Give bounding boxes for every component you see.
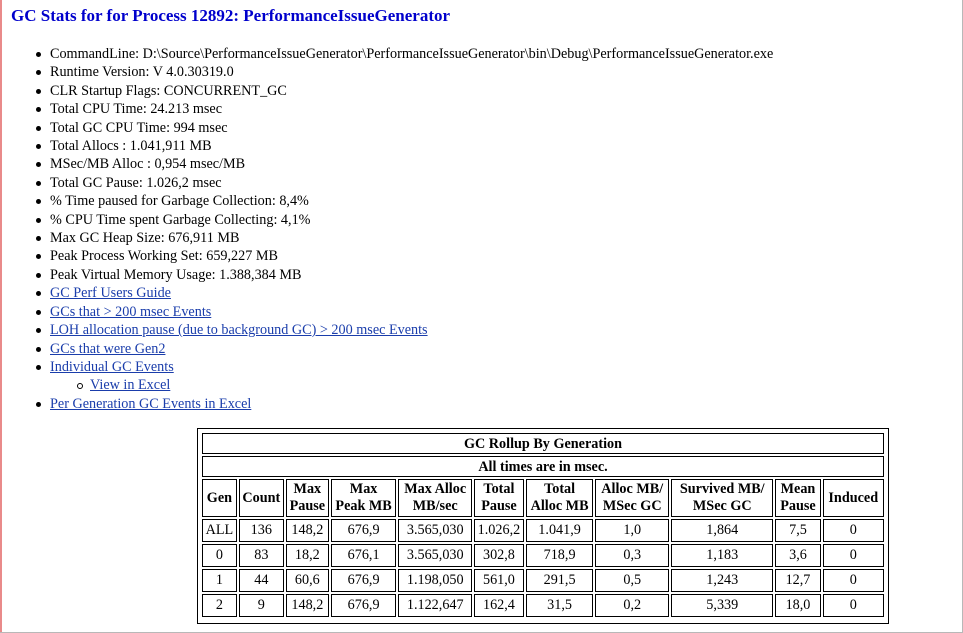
view-in-excel-link[interactable]: View in Excel xyxy=(90,377,170,393)
info-total-cpu: Total CPU Time: 24.213 msec xyxy=(35,100,773,118)
header-survived-ratio: Survived MB/MSec GC xyxy=(671,479,774,517)
header-alloc-ratio: Alloc MB/MSec GC xyxy=(595,479,670,517)
gc-info-list: CommandLine: D:\Source\PerformanceIssueG… xyxy=(0,45,773,413)
cell-gen: 0 xyxy=(202,544,237,567)
table-subtitle: All times are in msec. xyxy=(202,456,884,477)
cell-total-alloc: 31,5 xyxy=(525,594,594,617)
header-total-pause: Total Pause xyxy=(474,479,524,517)
cell-total-pause: 302,8 xyxy=(474,544,524,567)
table-row-gen1: 1 44 60,6 676,9 1.198,050 561,0 291,5 0,… xyxy=(202,569,884,592)
header-mean-pause: Mean Pause xyxy=(775,479,821,517)
info-msec-per-mb: MSec/MB Alloc : 0,954 msec/MB xyxy=(35,155,773,173)
link-item-perf-guide: GC Perf Users Guide xyxy=(35,284,773,302)
cell-survived-ratio: 1,864 xyxy=(671,519,774,542)
individual-gc-events-link[interactable]: Individual GC Events xyxy=(50,359,174,375)
gc-rollup-table: GC Rollup By Generation All times are in… xyxy=(200,431,886,619)
cell-total-alloc: 291,5 xyxy=(525,569,594,592)
cell-total-pause: 1.026,2 xyxy=(474,519,524,542)
cell-induced: 0 xyxy=(822,544,884,567)
info-peak-virtual-memory: Peak Virtual Memory Usage: 1.388,384 MB xyxy=(35,266,773,284)
perf-guide-link[interactable]: GC Perf Users Guide xyxy=(50,285,171,301)
cell-count: 44 xyxy=(238,569,284,592)
page-title: GC Stats for for Process 12892: Performa… xyxy=(11,6,451,25)
cell-max-pause: 18,2 xyxy=(285,544,329,567)
cell-max-alloc: 3.565,030 xyxy=(398,519,473,542)
per-generation-excel-link[interactable]: Per Generation GC Events in Excel xyxy=(50,396,251,412)
table-row-all: ALL 136 148,2 676,9 3.565,030 1.026,2 1.… xyxy=(202,519,884,542)
cell-induced: 0 xyxy=(822,519,884,542)
link-item-per-generation: Per Generation GC Events in Excel xyxy=(35,395,773,413)
gcs-over-200-link[interactable]: GCs that > 200 msec Events xyxy=(50,304,211,320)
link-item-individual: Individual GC Events xyxy=(35,358,773,376)
table-row-gen2: 2 9 148,2 676,9 1.122,647 162,4 31,5 0,2… xyxy=(202,594,884,617)
cell-count: 9 xyxy=(238,594,284,617)
link-item-view-excel: View in Excel xyxy=(50,376,773,394)
info-peak-working-set: Peak Process Working Set: 659,227 MB xyxy=(35,247,773,265)
info-time-paused-pct: % Time paused for Garbage Collection: 8,… xyxy=(35,192,773,210)
cell-alloc-ratio: 0,5 xyxy=(595,569,670,592)
cell-alloc-ratio: 0,3 xyxy=(595,544,670,567)
table-title: GC Rollup By Generation xyxy=(202,433,884,454)
cell-induced: 0 xyxy=(822,569,884,592)
cell-max-peak: 676,9 xyxy=(330,519,397,542)
loh-pause-link[interactable]: LOH allocation pause (due to background … xyxy=(50,322,428,338)
cell-max-peak: 676,9 xyxy=(330,594,397,617)
cell-total-pause: 162,4 xyxy=(474,594,524,617)
header-max-pause: Max Pause xyxy=(285,479,329,517)
gen2-link[interactable]: GCs that were Gen2 xyxy=(50,341,165,357)
cell-alloc-ratio: 0,2 xyxy=(595,594,670,617)
header-max-alloc: Max Alloc MB/sec xyxy=(398,479,473,517)
cell-max-pause: 148,2 xyxy=(285,519,329,542)
cell-total-alloc: 1.041,9 xyxy=(525,519,594,542)
cell-max-pause: 60,6 xyxy=(285,569,329,592)
cell-total-alloc: 718,9 xyxy=(525,544,594,567)
info-total-allocs: Total Allocs : 1.041,911 MB xyxy=(35,137,773,155)
link-item-gen2: GCs that were Gen2 xyxy=(35,340,773,358)
info-clr-flags: CLR Startup Flags: CONCURRENT_GC xyxy=(35,82,773,100)
cell-max-alloc: 1.198,050 xyxy=(398,569,473,592)
cell-gen: 2 xyxy=(202,594,237,617)
header-count: Count xyxy=(238,479,284,517)
cell-gen: ALL xyxy=(202,519,237,542)
cell-gen: 1 xyxy=(202,569,237,592)
cell-count: 83 xyxy=(238,544,284,567)
gc-rollup-table-frame: GC Rollup By Generation All times are in… xyxy=(197,428,889,624)
link-item-gcs-over-200: GCs that > 200 msec Events xyxy=(35,303,773,321)
cell-max-peak: 676,9 xyxy=(330,569,397,592)
header-max-peak-mb: Max Peak MB xyxy=(330,479,397,517)
cell-survived-ratio: 1,243 xyxy=(671,569,774,592)
info-cpu-gc-pct: % CPU Time spent Garbage Collecting: 4,1… xyxy=(35,211,773,229)
cell-max-pause: 148,2 xyxy=(285,594,329,617)
table-row-gen0: 0 83 18,2 676,1 3.565,030 302,8 718,9 0,… xyxy=(202,544,884,567)
cell-mean-pause: 12,7 xyxy=(775,569,821,592)
info-commandline: CommandLine: D:\Source\PerformanceIssueG… xyxy=(35,46,774,62)
cell-mean-pause: 7,5 xyxy=(775,519,821,542)
header-total-alloc: Total Alloc MB xyxy=(525,479,594,517)
cell-survived-ratio: 1,183 xyxy=(671,544,774,567)
cell-max-peak: 676,1 xyxy=(330,544,397,567)
cell-mean-pause: 3,6 xyxy=(775,544,821,567)
info-runtime-version: Runtime Version: V 4.0.30319.0 xyxy=(35,63,773,81)
info-max-heap: Max GC Heap Size: 676,911 MB xyxy=(35,229,773,247)
cell-induced: 0 xyxy=(822,594,884,617)
cell-total-pause: 561,0 xyxy=(474,569,524,592)
cell-survived-ratio: 5,339 xyxy=(671,594,774,617)
cell-alloc-ratio: 1,0 xyxy=(595,519,670,542)
cell-max-alloc: 3.565,030 xyxy=(398,544,473,567)
info-total-gc-pause: Total GC Pause: 1.026,2 msec xyxy=(35,174,773,192)
table-header-row: Gen Count Max Pause Max Peak MB Max Alloc M… xyxy=(202,479,884,517)
header-gen: Gen xyxy=(202,479,237,517)
cell-max-alloc: 1.122,647 xyxy=(398,594,473,617)
info-total-gc-cpu: Total GC CPU Time: 994 msec xyxy=(35,119,773,137)
cell-mean-pause: 18,0 xyxy=(775,594,821,617)
cell-count: 136 xyxy=(238,519,284,542)
link-item-loh-pause: LOH allocation pause (due to background … xyxy=(35,321,773,339)
header-induced: Induced xyxy=(822,479,884,517)
